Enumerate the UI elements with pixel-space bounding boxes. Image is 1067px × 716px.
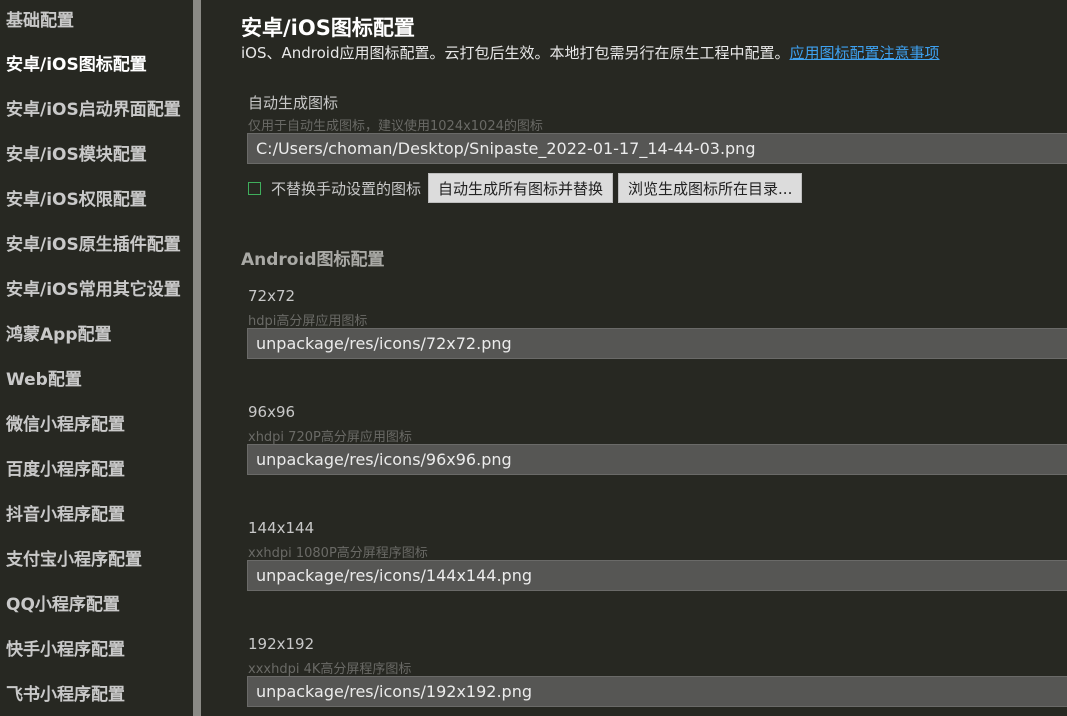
settings-sidebar: 基础配置 安卓/iOS图标配置 安卓/iOS启动界面配置 安卓/iOS模块配置 …: [0, 0, 193, 716]
icon-72-path-input[interactable]: unpackage/res/icons/72x72.png: [247, 328, 1067, 359]
android-section-title: Android图标配置: [241, 250, 385, 270]
sidebar-item-native-plugins[interactable]: 安卓/iOS原生插件配置: [0, 223, 193, 268]
sidebar-item-other-settings[interactable]: 安卓/iOS常用其它设置: [0, 268, 193, 313]
icon-72-hint: hdpi高分屏应用图标: [248, 314, 368, 329]
sidebar-item-baidu[interactable]: 百度小程序配置: [0, 448, 193, 493]
sidebar-item-feishu[interactable]: 飞书小程序配置: [0, 673, 193, 716]
main-panel: 安卓/iOS图标配置 iOS、Android应用图标配置。云打包后生效。本地打包…: [201, 0, 1067, 716]
sidebar-item-permissions[interactable]: 安卓/iOS权限配置: [0, 178, 193, 223]
icon-96-hint: xhdpi 720P高分屏应用图标: [248, 430, 412, 445]
icon-72-label: 72x72: [248, 287, 296, 305]
sidebar-item-douyin[interactable]: 抖音小程序配置: [0, 493, 193, 538]
description-text: iOS、Android应用图标配置。云打包后生效。本地打包需另行在原生工程中配置…: [241, 44, 790, 62]
auto-icon-label: 自动生成图标: [248, 94, 339, 112]
sidebar-item-modules[interactable]: 安卓/iOS模块配置: [0, 133, 193, 178]
icon-96-label: 96x96: [248, 403, 296, 421]
sidebar-item-alipay[interactable]: 支付宝小程序配置: [0, 538, 193, 583]
sidebar-item-harmony[interactable]: 鸿蒙App配置: [0, 313, 193, 358]
sidebar-item-splash[interactable]: 安卓/iOS启动界面配置: [0, 88, 193, 133]
page-title: 安卓/iOS图标配置: [241, 16, 415, 40]
page-description: iOS、Android应用图标配置。云打包后生效。本地打包需另行在原生工程中配置…: [241, 42, 940, 63]
icon-144-path-input[interactable]: unpackage/res/icons/144x144.png: [247, 560, 1067, 591]
no-replace-checkbox[interactable]: [248, 181, 261, 195]
auto-icon-hint: 仅用于自动生成图标，建议使用1024x1024的图标: [248, 119, 543, 134]
icon-notes-link[interactable]: 应用图标配置注意事项: [790, 44, 940, 62]
icon-192-label: 192x192: [248, 635, 315, 653]
sidebar-item-web[interactable]: Web配置: [0, 358, 193, 403]
auto-icon-options: 不替换手动设置的图标 自动生成所有图标并替换 浏览生成图标所在目录...: [248, 173, 807, 203]
generate-icons-button[interactable]: 自动生成所有图标并替换: [428, 173, 614, 203]
sidebar-item-basic[interactable]: 基础配置: [0, 0, 193, 43]
sidebar-scrollbar[interactable]: [193, 0, 201, 716]
sidebar-item-app-icon[interactable]: 安卓/iOS图标配置: [0, 43, 193, 88]
icon-192-path-input[interactable]: unpackage/res/icons/192x192.png: [247, 676, 1067, 707]
sidebar-item-qq[interactable]: QQ小程序配置: [0, 583, 193, 628]
icon-144-label: 144x144: [248, 519, 315, 537]
icon-192-hint: xxxhdpi 4K高分屏程序图标: [248, 662, 412, 677]
icon-144-hint: xxhdpi 1080P高分屏程序图标: [248, 546, 428, 561]
browse-icons-dir-button[interactable]: 浏览生成图标所在目录...: [618, 173, 803, 203]
no-replace-label: 不替换手动设置的图标: [271, 179, 422, 198]
sidebar-item-kuaishou[interactable]: 快手小程序配置: [0, 628, 193, 673]
auto-icon-path-input[interactable]: C:/Users/choman/Desktop/Snipaste_2022-01…: [247, 133, 1067, 164]
sidebar-item-wechat[interactable]: 微信小程序配置: [0, 403, 193, 448]
icon-96-path-input[interactable]: unpackage/res/icons/96x96.png: [247, 444, 1067, 475]
